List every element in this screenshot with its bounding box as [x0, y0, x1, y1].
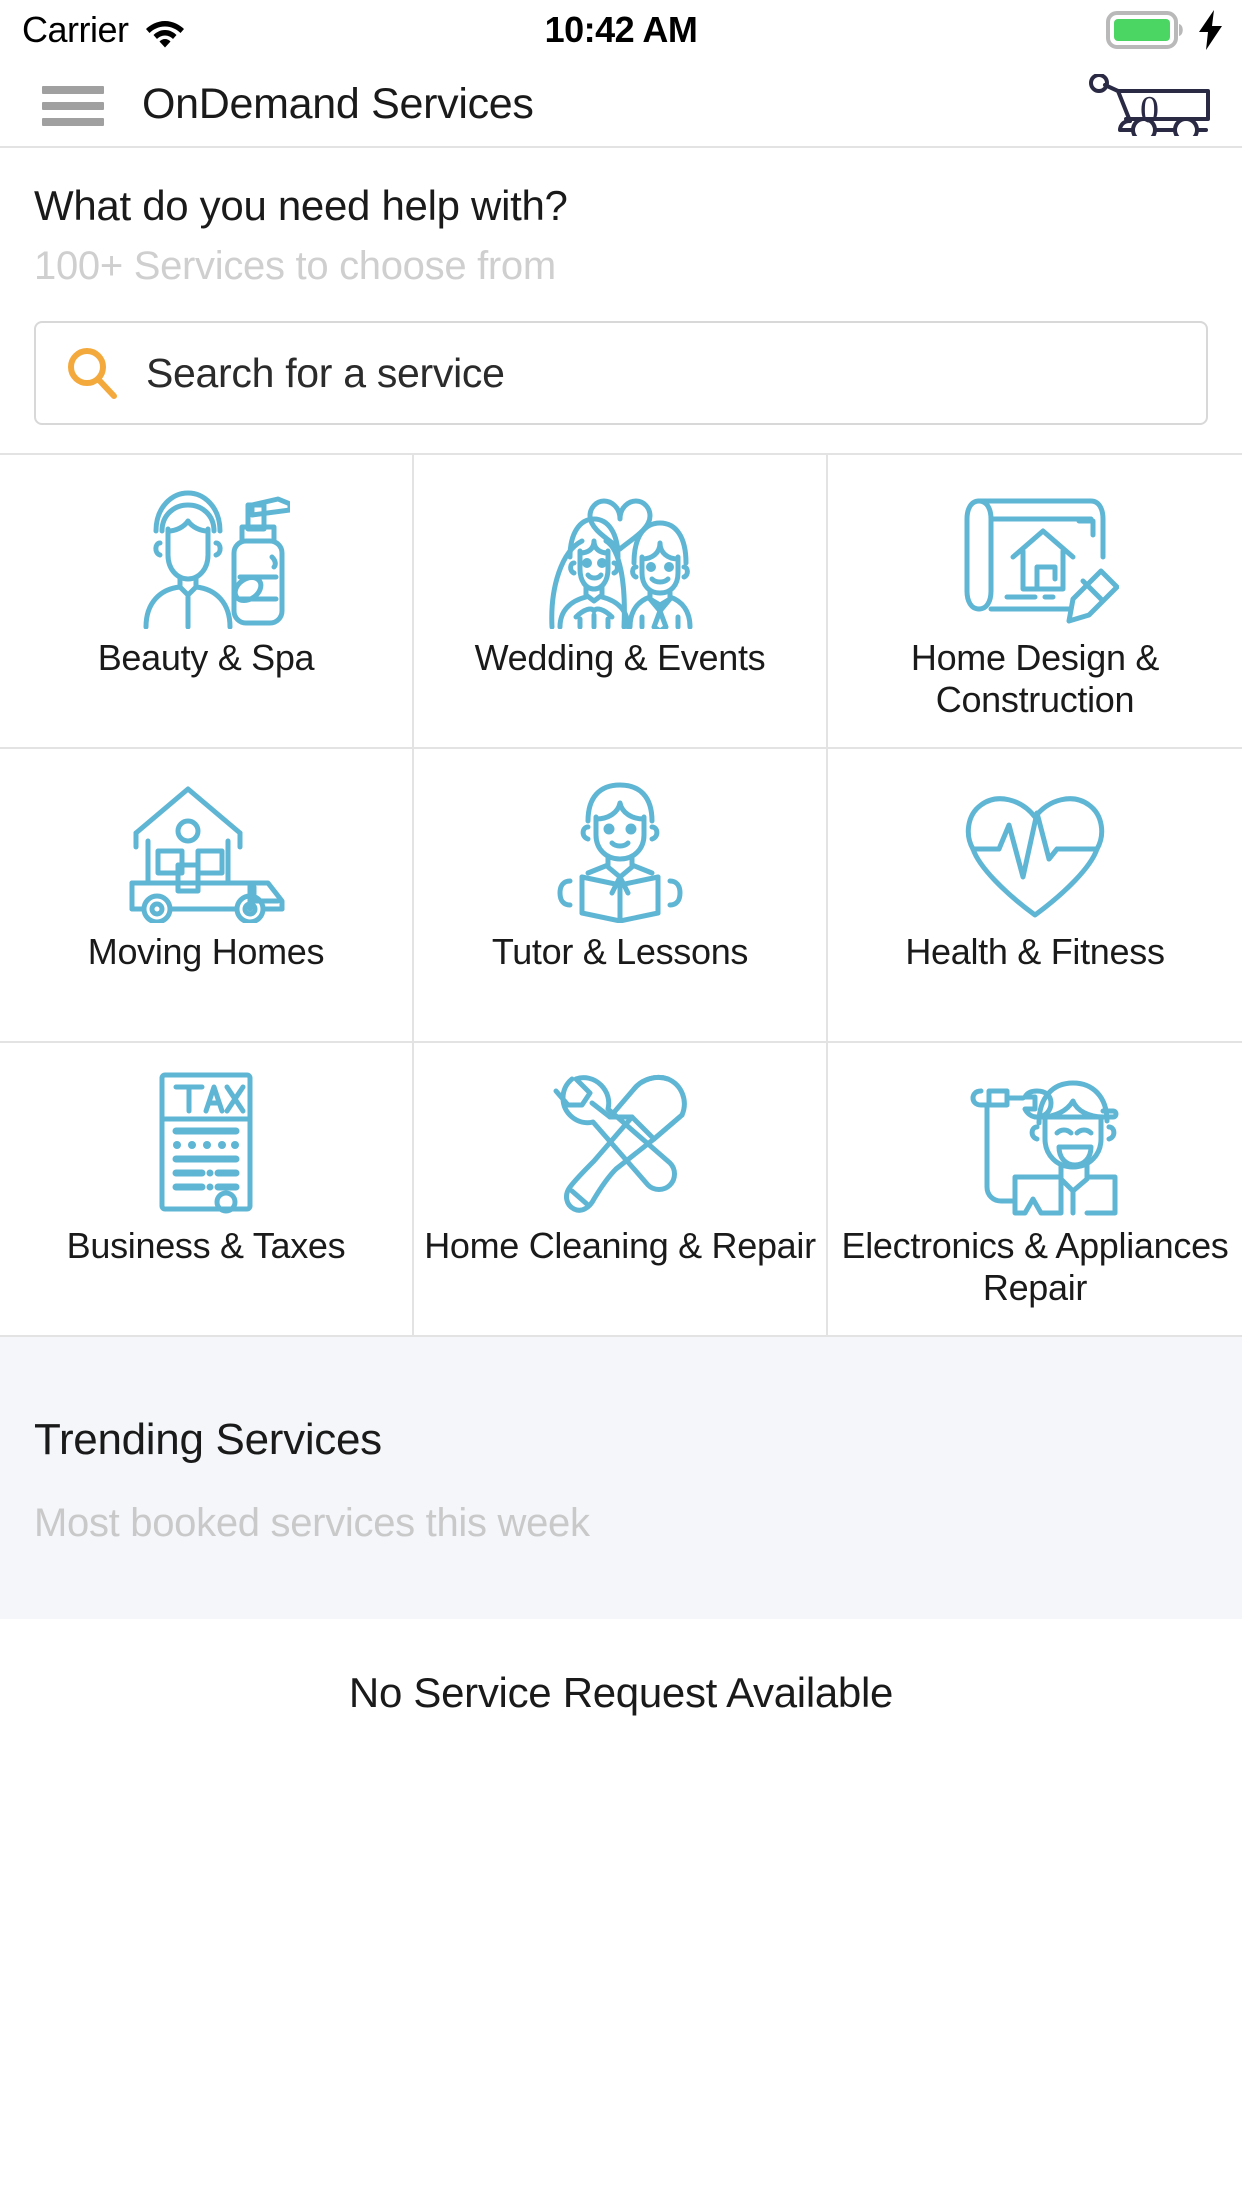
- status-bar-right: [1106, 0, 1226, 60]
- status-bar: Carrier 10:42 AM: [0, 0, 1242, 60]
- charging-bolt-icon: [1196, 9, 1226, 51]
- category-label: Home Cleaning & Repair: [424, 1225, 816, 1266]
- search-section: What do you need help with? 100+ Service…: [0, 148, 1242, 425]
- status-bar-center: 10:42 AM: [0, 0, 1242, 60]
- page-title: OnDemand Services: [142, 79, 534, 128]
- trending-subtitle: Most booked services this week: [34, 1501, 590, 1545]
- category-label: Electronics & Appliances Repair: [841, 1225, 1229, 1308]
- beautician-lotion-icon: [122, 479, 290, 629]
- trending-title: Trending Services: [34, 1415, 382, 1464]
- empty-state-footer: No Service Request Available: [0, 1619, 1242, 1767]
- shopping-cart-icon[interactable]: 0: [1088, 74, 1214, 136]
- blueprint-house-pencil-icon: [951, 479, 1119, 629]
- search-input[interactable]: Search for a service: [34, 321, 1208, 425]
- category-cell-electronics-repair[interactable]: Electronics & Appliances Repair: [828, 1043, 1242, 1337]
- house-on-truck-icon: [122, 773, 290, 923]
- cart-count-badge: 0: [1140, 89, 1159, 131]
- category-cell-moving-homes[interactable]: Moving Homes: [0, 749, 414, 1043]
- category-cell-home-cleaning-repair[interactable]: Home Cleaning & Repair: [414, 1043, 828, 1337]
- empty-state-message: No Service Request Available: [348, 1669, 894, 1716]
- search-heading: What do you need help with?: [34, 182, 568, 229]
- repairman-tools-icon: [951, 1067, 1119, 1217]
- student-book-icon: [536, 773, 704, 923]
- category-grid: Beauty & Spa Wedding & Events Home Desig…: [0, 453, 1242, 1337]
- app-header: OnDemand Services 0: [0, 60, 1242, 148]
- trending-section: Trending Services Most booked services t…: [0, 1337, 1242, 1619]
- search-magnifier-icon: [64, 345, 120, 401]
- hamburger-menu-icon[interactable]: [42, 86, 104, 126]
- category-cell-tutor-lessons[interactable]: Tutor & Lessons: [414, 749, 828, 1043]
- heart-pulse-icon: [951, 773, 1119, 923]
- category-label: Home Design & Construction: [910, 637, 1160, 720]
- clock-label: 10:42 AM: [544, 9, 698, 50]
- category-label: Moving Homes: [87, 931, 325, 972]
- category-label: Tutor & Lessons: [491, 931, 749, 972]
- tax-document-icon: [122, 1067, 290, 1217]
- battery-full-icon: [1106, 10, 1188, 50]
- category-cell-health-fitness[interactable]: Health & Fitness: [828, 749, 1242, 1043]
- category-label: Beauty & Spa: [97, 637, 315, 678]
- category-cell-wedding-events[interactable]: Wedding & Events: [414, 455, 828, 749]
- search-subheading: 100+ Services to choose from: [34, 244, 556, 288]
- category-label: Health & Fitness: [905, 931, 1165, 972]
- category-label: Business & Taxes: [66, 1225, 346, 1266]
- hammer-wrench-icon: [536, 1067, 704, 1217]
- app-screen: Carrier 10:42 AM OnDemand Services 0 Wha…: [0, 0, 1242, 2208]
- bride-groom-heart-icon: [536, 479, 704, 629]
- search-placeholder-text: Search for a service: [146, 349, 505, 396]
- category-cell-beauty-spa[interactable]: Beauty & Spa: [0, 455, 414, 749]
- category-label: Wedding & Events: [474, 637, 766, 678]
- category-cell-home-design[interactable]: Home Design & Construction: [828, 455, 1242, 749]
- category-cell-business-taxes[interactable]: Business & Taxes: [0, 1043, 414, 1337]
